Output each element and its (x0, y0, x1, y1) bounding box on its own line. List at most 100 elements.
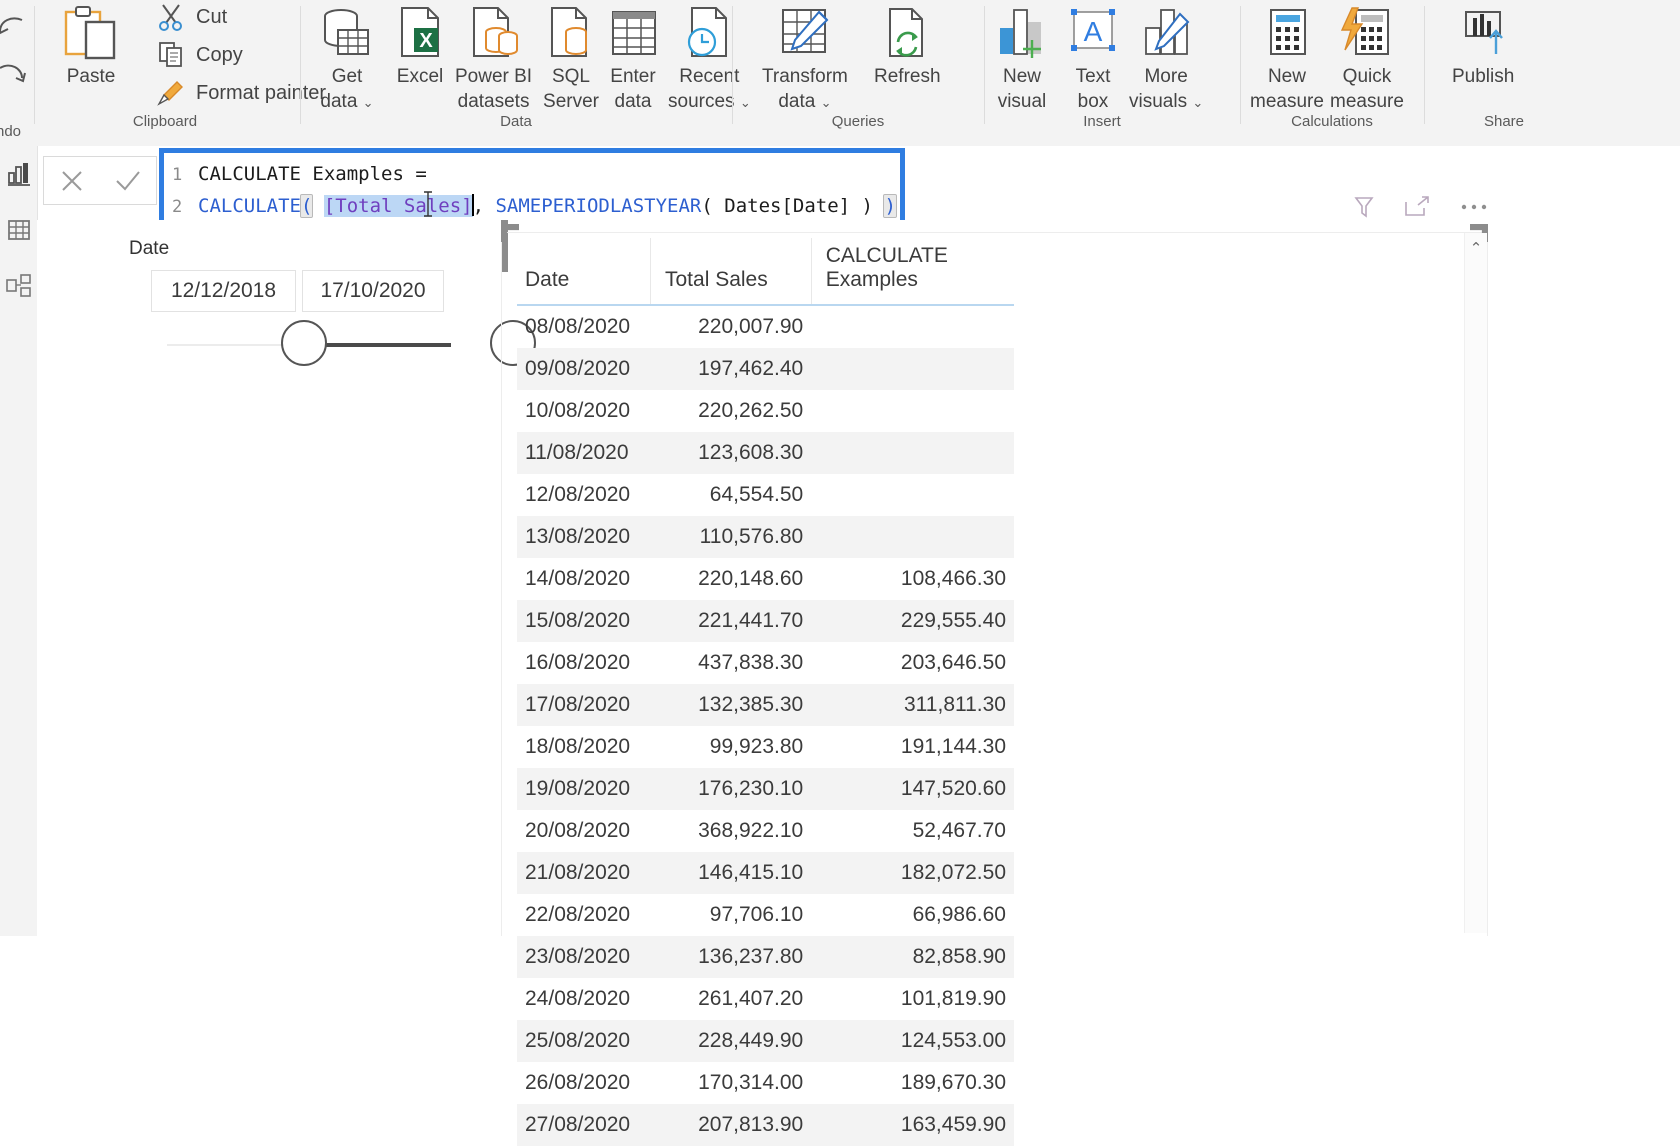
undo-group-label: ndo (0, 123, 22, 140)
paste-button[interactable]: Paste (60, 2, 122, 89)
dax-open-paren: ( (299, 194, 314, 218)
cell-date: 11/08/2020 (517, 432, 651, 474)
sql-server-button[interactable]: SQL Server (542, 2, 600, 114)
dax-editor-content[interactable]: 1 CALCULATE Examples = 2 CALCULATE( [Total… (164, 153, 900, 221)
power-bi-desktop-window: ndo Paste Cut Copy Format painter Clipbo… (0, 0, 1680, 1146)
publish-icon (1454, 2, 1512, 64)
table-row[interactable]: 10/08/2020 220,262.50 (517, 390, 1014, 432)
cell-date: 20/08/2020 (525, 819, 631, 842)
column-header-date[interactable]: Date (517, 238, 651, 306)
more-visuals-button[interactable]: More visuals ⌄ (1129, 2, 1203, 115)
table-row[interactable]: 20/08/2020 368,922.10 52,467.70 (517, 810, 1014, 852)
table-vertical-scrollbar[interactable]: ⌃ (1464, 233, 1487, 933)
enter-data-icon (605, 2, 661, 64)
cell-calculate-examples: 182,072.50 (811, 852, 1014, 894)
sql-server-icon (542, 2, 600, 64)
more-options-icon[interactable] (1460, 202, 1488, 212)
get-data-icon (316, 2, 378, 64)
column-header-calculate-examples[interactable]: CALCULATE Examples (811, 238, 1014, 306)
dax-close-paren-2: ) (850, 195, 885, 217)
cut-button[interactable]: Cut (156, 2, 227, 32)
report-canvas: Date 12/12/2018 17/10/2020 Date Total Sa… (37, 196, 1680, 1146)
quick-measure-label-2: measure (1330, 91, 1404, 112)
enter-data-button[interactable]: Enter data (605, 2, 661, 114)
table-row[interactable]: 26/08/2020 170,314.00 189,670.30 (517, 1062, 1014, 1104)
new-visual-button[interactable]: New visual (992, 2, 1052, 114)
date-slicer[interactable]: Date 12/12/2018 17/10/2020 (92, 230, 536, 366)
calculations-group-label: Calculations (1291, 113, 1373, 130)
svg-text:X: X (419, 30, 433, 52)
dax-formula-editor[interactable]: 1 CALCULATE Examples = 2 CALCULATE( [Total… (159, 148, 905, 226)
sidebar-item-model-view[interactable] (0, 258, 37, 314)
cell-calculate-examples (811, 516, 1014, 558)
copy-button[interactable]: Copy (156, 40, 243, 70)
cell-date: 16/08/2020 (525, 651, 631, 674)
table-row[interactable]: 12/08/2020 64,554.50 (517, 474, 1014, 516)
table-row[interactable]: 15/08/2020 221,441.70 229,555.40 (517, 600, 1014, 642)
scroll-up-icon[interactable]: ⌃ (1465, 239, 1487, 257)
table-row[interactable]: 24/08/2020 261,407.20 101,819.90 (517, 978, 1014, 1020)
excel-button[interactable]: X Excel (392, 2, 448, 89)
accept-formula-button[interactable] (100, 157, 156, 204)
quick-measure-button[interactable]: Quick measure (1330, 2, 1404, 114)
table-row[interactable]: 14/08/2020 220,148.60 108,466.30 (517, 558, 1014, 600)
chevron-down-icon[interactable]: ⌄ (821, 95, 832, 110)
cell-date: 09/08/2020 (517, 348, 651, 390)
table-visual[interactable]: Date Total Sales CALCULATE Examples 08/0… (501, 196, 1496, 1146)
table-row[interactable]: 25/08/2020 228,449.90 124,553.00 (517, 1020, 1014, 1062)
table-row[interactable]: 16/08/2020 437,838.30 203,646.50 (517, 642, 1014, 684)
chevron-down-icon[interactable]: ⌄ (1192, 95, 1203, 110)
slicer-start-date-input[interactable]: 12/12/2018 (151, 270, 296, 312)
undo-redo-group: ndo (0, 0, 34, 146)
redo-icon[interactable] (0, 58, 30, 92)
svg-text:A: A (1084, 16, 1103, 47)
ribbon-group-calculations: New measure Quick measure Calculations (1240, 0, 1424, 134)
transform-data-label-2: data ⌄ (778, 91, 832, 112)
excel-label: Excel (396, 66, 444, 87)
cell-calculate-examples: 147,520.60 (811, 768, 1014, 810)
cell-calculate-examples: 52,467.70 (912, 819, 1006, 842)
data-table[interactable]: Date Total Sales CALCULATE Examples 08/0… (517, 238, 1014, 1146)
cell-total-sales: 207,813.90 (650, 1104, 812, 1146)
enter-data-label-2: data (614, 91, 652, 112)
table-row[interactable]: 27/08/2020 207,813.90 163,459.90 (517, 1104, 1014, 1146)
cell-date: 25/08/2020 (517, 1020, 651, 1062)
cell-total-sales: 220,007.90 (698, 315, 804, 338)
refresh-button[interactable]: Refresh (874, 2, 941, 89)
slicer-end-date-input[interactable]: 17/10/2020 (302, 270, 444, 312)
sidebar-item-report-view[interactable] (0, 146, 37, 202)
new-measure-button[interactable]: New measure (1250, 2, 1324, 114)
cancel-formula-button[interactable] (44, 157, 100, 204)
slicer-track[interactable] (167, 320, 536, 366)
column-header-total-sales[interactable]: Total Sales (650, 238, 812, 306)
slicer-handle-start[interactable] (281, 320, 327, 366)
table-row[interactable]: 08/08/2020 220,007.90 (517, 305, 1014, 348)
table-row[interactable]: 11/08/2020 123,608.30 (517, 432, 1014, 474)
table-row[interactable]: 21/08/2020 146,415.10 182,072.50 (517, 852, 1014, 894)
table-row[interactable]: 17/08/2020 132,385.30 311,811.30 (517, 684, 1014, 726)
new-measure-icon (1261, 2, 1313, 64)
sidebar-item-data-view[interactable] (0, 202, 37, 258)
transform-data-button[interactable]: Transform data ⌄ (762, 2, 848, 115)
publish-button[interactable]: Publish (1452, 2, 1514, 89)
filter-icon[interactable] (1354, 196, 1374, 218)
cell-total-sales: 197,462.40 (650, 348, 812, 390)
recent-sources-icon (680, 2, 738, 64)
get-data-button[interactable]: Get data ⌄ (316, 2, 378, 115)
text-box-button[interactable]: A Text box (1064, 2, 1122, 114)
cell-date: 19/08/2020 (517, 768, 651, 810)
cell-total-sales: 176,230.10 (650, 768, 812, 810)
table-row[interactable]: 09/08/2020 197,462.40 (517, 348, 1014, 390)
cell-calculate-examples (811, 305, 1014, 348)
undo-icon[interactable] (0, 10, 30, 44)
enter-data-label-1: Enter (610, 66, 656, 87)
table-row[interactable]: 18/08/2020 99,923.80 191,144.30 (517, 726, 1014, 768)
chevron-down-icon[interactable]: ⌄ (363, 95, 374, 110)
power-bi-datasets-button[interactable]: Power BI datasets (455, 2, 532, 114)
focus-mode-icon[interactable] (1404, 196, 1430, 218)
table-row[interactable]: 19/08/2020 176,230.10 147,520.60 (517, 768, 1014, 810)
table-row[interactable]: 23/08/2020 136,237.80 82,858.90 (517, 936, 1014, 978)
table-row[interactable]: 13/08/2020 110,576.80 (517, 516, 1014, 558)
cell-calculate-examples: 163,459.90 (811, 1104, 1014, 1146)
table-row[interactable]: 22/08/2020 97,706.10 66,986.60 (517, 894, 1014, 936)
